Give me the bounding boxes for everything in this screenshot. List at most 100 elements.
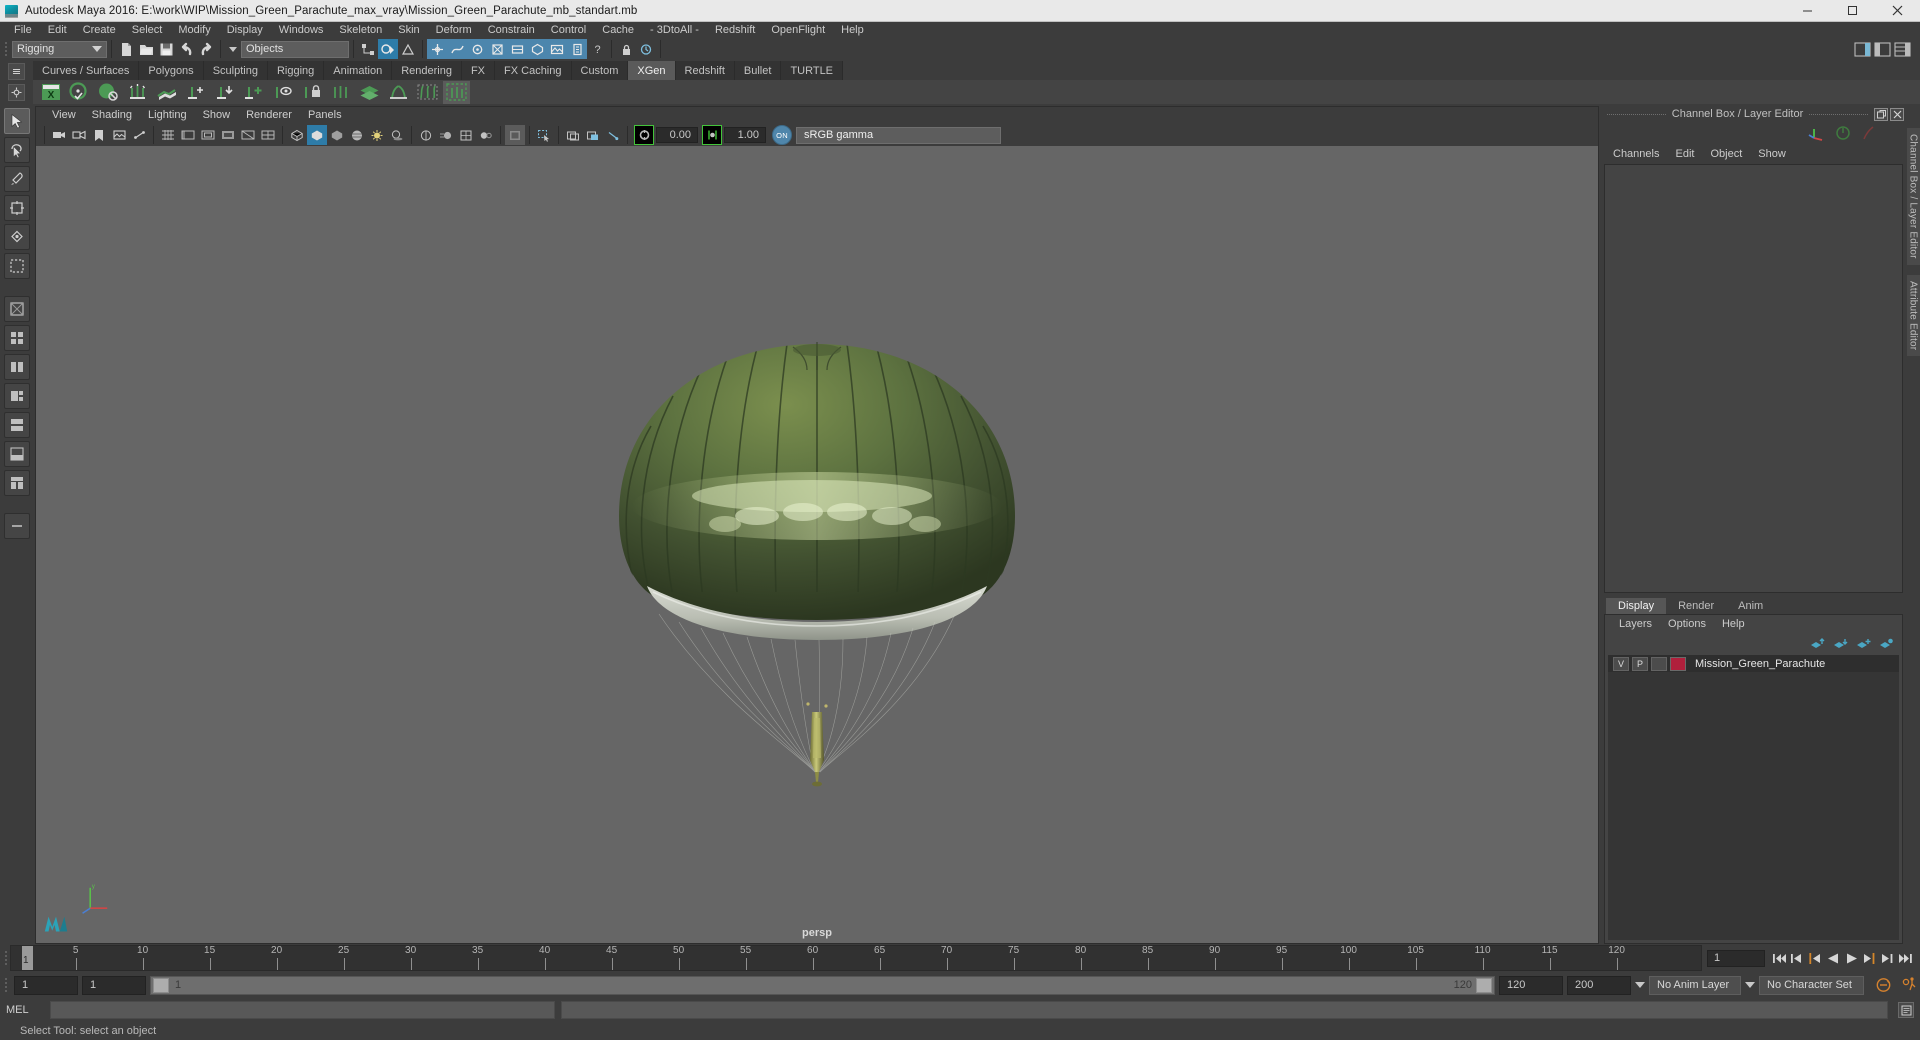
shelf-tab-fx-caching[interactable]: FX Caching — [495, 61, 572, 80]
isolate-select-icon[interactable] — [505, 125, 525, 145]
menu-control[interactable]: Control — [543, 22, 594, 38]
xgen-flat-patch-icon[interactable] — [153, 81, 180, 104]
xray-joints-icon[interactable] — [563, 125, 583, 145]
viewport-menu-shading[interactable]: Shading — [84, 107, 140, 124]
menu-create[interactable]: Create — [75, 22, 124, 38]
menu-skeleton[interactable]: Skeleton — [331, 22, 390, 38]
ssao-icon[interactable] — [416, 125, 436, 145]
xgen-split-icon[interactable] — [327, 81, 354, 104]
move-layer-up-icon[interactable] — [1810, 637, 1825, 650]
render-settings-button[interactable] — [567, 39, 587, 59]
wireframe-shading-icon[interactable] — [287, 125, 307, 145]
xgen-clump-icon[interactable] — [385, 81, 412, 104]
minimize-button[interactable] — [1785, 0, 1830, 22]
history-toggle-button[interactable] — [636, 39, 656, 59]
layer-row-mission-green-parachute[interactable]: V P Mission_Green_Parachute — [1608, 655, 1899, 672]
color-management-toggle[interactable]: ON — [772, 125, 792, 145]
select-by-hierarchy-button[interactable] — [358, 39, 378, 59]
snap-to-projected-center-button[interactable] — [487, 39, 507, 59]
single-perspective-layout[interactable] — [3, 296, 30, 322]
character-set-dropdown-arrow[interactable] — [1745, 982, 1755, 988]
selection-mask-dropdown-arrow[interactable] — [229, 46, 237, 52]
xray-icon[interactable] — [238, 125, 258, 145]
character-set-field[interactable]: No Character Set — [1759, 975, 1864, 995]
gate-mask-icon[interactable] — [218, 125, 238, 145]
vtab-attribute-editor[interactable]: Attribute Editor — [1906, 274, 1920, 357]
show-tool-settings-button[interactable] — [1872, 39, 1892, 59]
maximize-button[interactable] — [1830, 0, 1875, 22]
channels-object-menu[interactable]: Object — [1702, 148, 1750, 160]
manipulator-axes-icon[interactable] — [1808, 125, 1826, 141]
xgen-region-icon[interactable] — [443, 80, 470, 104]
shelf-tab-curves-surfaces[interactable]: Curves / Surfaces — [33, 61, 140, 80]
channels-menu[interactable]: Channels — [1605, 148, 1667, 160]
snap-to-point-button[interactable] — [467, 39, 487, 59]
channels-edit-menu[interactable]: Edit — [1667, 148, 1702, 160]
new-layer-icon[interactable] — [1856, 637, 1871, 650]
lasso-select-tool[interactable] — [3, 137, 30, 163]
multisample-icon[interactable] — [456, 125, 476, 145]
display-layer-list[interactable]: V P Mission_Green_Parachute — [1608, 655, 1899, 940]
gamma-icon[interactable] — [702, 125, 722, 145]
rotate-tool[interactable] — [3, 224, 30, 250]
menu-windows[interactable]: Windows — [271, 22, 332, 38]
anim-layer-field[interactable]: No Anim Layer — [1649, 975, 1741, 995]
snap-to-curve-button[interactable] — [447, 39, 467, 59]
play-backwards-button[interactable] — [1824, 949, 1842, 967]
xgen-lock-icon[interactable] — [298, 81, 325, 104]
step-back-frame-button[interactable] — [1806, 949, 1824, 967]
side-by-side-layout[interactable] — [3, 354, 30, 380]
go-to-end-button[interactable] — [1896, 949, 1914, 967]
vtab-channel-box-layer-editor[interactable]: Channel Box / Layer Editor — [1906, 128, 1920, 265]
undock-panel-button[interactable] — [1874, 107, 1888, 121]
select-by-object-type-button[interactable] — [378, 39, 398, 59]
smooth-shading-icon[interactable] — [307, 125, 327, 145]
select-camera-icon[interactable] — [49, 125, 69, 145]
shelf-tab-animation[interactable]: Animation — [324, 61, 393, 80]
exposure-reset-icon[interactable] — [603, 125, 623, 145]
shelf-tab-menu-button[interactable] — [8, 63, 25, 80]
statusbar-grip[interactable] — [2, 40, 10, 58]
viewport-menu-renderer[interactable]: Renderer — [238, 107, 300, 124]
bookmark-icon[interactable] — [89, 125, 109, 145]
viewport-menu-panels[interactable]: Panels — [300, 107, 350, 124]
viewport-menu-lighting[interactable]: Lighting — [140, 107, 195, 124]
exposure-value-field[interactable]: 0.00 — [656, 127, 698, 143]
twopoint-icon[interactable] — [129, 125, 149, 145]
more-layouts[interactable] — [3, 513, 30, 539]
menu-display[interactable]: Display — [219, 22, 271, 38]
redo-button[interactable] — [196, 39, 216, 59]
close-button[interactable] — [1875, 0, 1920, 22]
animation-end-time-field[interactable]: 200 — [1567, 975, 1631, 995]
xray-active-components-icon[interactable] — [583, 125, 603, 145]
channel-curve-icon[interactable] — [1860, 125, 1876, 141]
xgen-plus-icon[interactable] — [240, 81, 267, 104]
shelf-tab-turtle[interactable]: TURTLE — [781, 61, 844, 80]
auto-keyframe-toggle[interactable] — [1872, 977, 1894, 993]
range-left-handle[interactable] — [153, 977, 169, 993]
layer-tab-render[interactable]: Render — [1666, 598, 1727, 614]
layer-tab-display[interactable]: Display — [1606, 598, 1667, 614]
shelf-tab-custom[interactable]: Custom — [571, 61, 629, 80]
go-to-start-button[interactable] — [1770, 949, 1788, 967]
channels-show-menu[interactable]: Show — [1750, 148, 1794, 160]
step-forward-frame-button[interactable] — [1860, 949, 1878, 967]
shadows-icon[interactable] — [387, 125, 407, 145]
xgen-editor-icon[interactable]: X — [37, 81, 64, 104]
scale-tool[interactable] — [3, 253, 30, 279]
shelf-tab-xgen[interactable]: XGen — [628, 61, 676, 80]
gamma-value-field[interactable]: 1.00 — [724, 127, 766, 143]
xgen-down-guide-icon[interactable] — [211, 81, 238, 104]
menu-help[interactable]: Help — [833, 22, 872, 38]
viewport-menu-view[interactable]: View — [44, 107, 84, 124]
xgen-eye-icon[interactable] — [269, 81, 296, 104]
range-right-handle[interactable] — [1476, 977, 1492, 993]
film-gate-icon[interactable] — [178, 125, 198, 145]
snap-to-view-planes-button[interactable] — [507, 39, 527, 59]
menu-cache[interactable]: Cache — [594, 22, 642, 38]
menu-deform[interactable]: Deform — [428, 22, 480, 38]
isolate-marquee-icon[interactable] — [534, 125, 554, 145]
four-view-layout[interactable] — [3, 325, 30, 351]
help-question-button[interactable]: ? — [587, 39, 607, 59]
mel-command-input[interactable] — [50, 1001, 555, 1019]
